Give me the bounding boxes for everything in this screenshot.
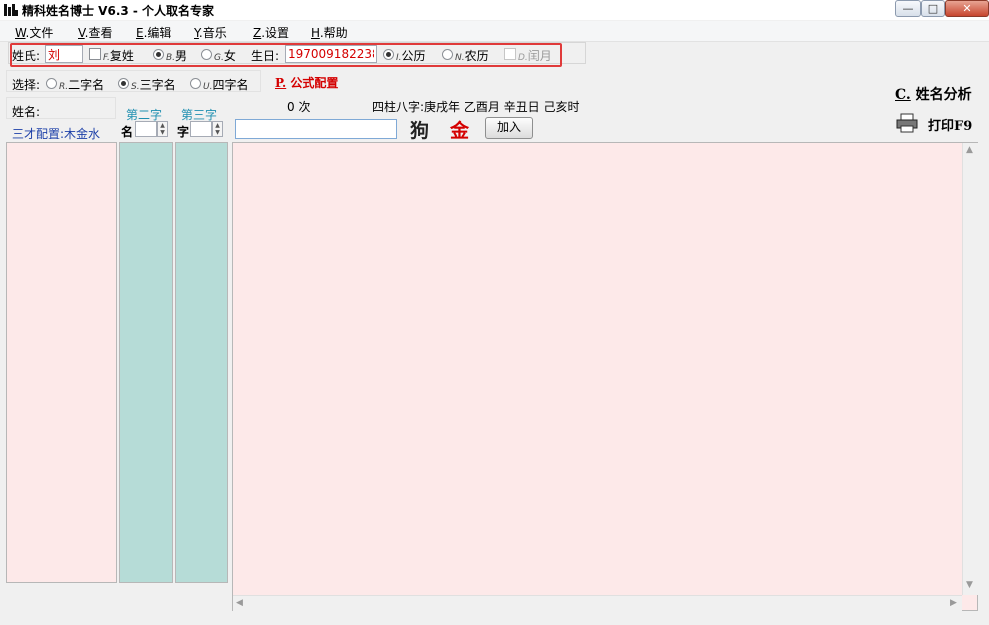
- menu-bar: W.文件 V.查看 E.编辑 Y.音乐 Z.设置 H.帮助: [0, 21, 989, 42]
- third-char-input[interactable]: [190, 121, 212, 137]
- scroll-down-icon[interactable]: ▼: [966, 580, 973, 590]
- title-bar: 精科姓名博士 V6.3 - 个人取名专家 — □ ✕: [0, 0, 989, 20]
- second-char-input[interactable]: [135, 121, 157, 137]
- female-radio[interactable]: [201, 49, 212, 60]
- compound-surname-label: F.复姓: [103, 49, 134, 63]
- surname-label: 姓氏:: [12, 49, 41, 63]
- window-title: 精科姓名博士 V6.3 - 个人取名专家: [22, 4, 215, 18]
- sancai-config: 三才配置:木金水: [12, 127, 101, 141]
- menu-music[interactable]: Y.音乐: [194, 24, 227, 41]
- birthday-input[interactable]: [285, 45, 377, 63]
- name-entry-input[interactable]: [235, 119, 397, 139]
- printer-icon[interactable]: [896, 113, 918, 133]
- result-pane[interactable]: [232, 142, 978, 611]
- compound-surname-checkbox[interactable]: [89, 48, 101, 60]
- name-analysis-button[interactable]: C. 姓名分析: [895, 84, 972, 104]
- zodiac-text: 狗: [410, 120, 430, 142]
- second-char-spinner[interactable]: ▲ ▼: [157, 121, 168, 137]
- leap-month-checkbox[interactable]: [504, 48, 516, 60]
- solar-calendar-radio[interactable]: [383, 49, 394, 60]
- four-char-label: U.四字名: [203, 78, 249, 92]
- app-logo-icon: [4, 4, 18, 16]
- solar-calendar-label: I.公历: [396, 49, 426, 63]
- male-label: B.男: [166, 49, 188, 63]
- scroll-up-icon[interactable]: ▲: [966, 145, 973, 155]
- three-char-radio[interactable]: [118, 78, 129, 89]
- two-char-radio[interactable]: [46, 78, 57, 89]
- zi-label: 字: [177, 125, 190, 139]
- menu-help[interactable]: H.帮助: [311, 24, 348, 41]
- third-char-spinner[interactable]: ▲ ▼: [212, 121, 223, 137]
- element-text: 金: [450, 120, 470, 142]
- ming-label: 名: [121, 125, 134, 139]
- female-label: G.女: [214, 49, 236, 63]
- minimize-button[interactable]: —: [895, 0, 921, 17]
- leap-month-label: D.闰月: [518, 49, 552, 63]
- name-display: [6, 97, 116, 119]
- second-char-list[interactable]: [119, 142, 173, 583]
- lunar-calendar-radio[interactable]: [442, 49, 453, 60]
- menu-settings[interactable]: Z.设置: [253, 24, 289, 41]
- scroll-left-icon[interactable]: ◀: [236, 598, 243, 608]
- horizontal-scrollbar[interactable]: ◀ ▶: [233, 595, 962, 611]
- four-char-radio[interactable]: [190, 78, 201, 89]
- menu-file[interactable]: W.文件: [15, 24, 53, 41]
- name-list-pane[interactable]: [6, 142, 117, 583]
- third-char-list[interactable]: [175, 142, 228, 583]
- count-text: 0 次: [287, 100, 311, 114]
- lunar-calendar-label: N.农历: [455, 49, 489, 63]
- menu-view[interactable]: V.查看: [78, 24, 113, 41]
- select-label: 选择:: [12, 78, 41, 92]
- print-button[interactable]: 打印F9: [928, 115, 972, 134]
- menu-edit[interactable]: E.编辑: [136, 24, 171, 41]
- maximize-button[interactable]: □: [921, 0, 945, 17]
- male-radio[interactable]: [153, 49, 164, 60]
- scroll-right-icon[interactable]: ▶: [950, 598, 957, 608]
- close-button[interactable]: ✕: [945, 0, 989, 17]
- three-char-label: S.三字名: [131, 78, 176, 92]
- bazi-text: 四柱八字:庚戌年 乙酉月 辛丑日 己亥时: [372, 100, 580, 114]
- birthday-label: 生日:: [251, 49, 280, 63]
- formula-config-link[interactable]: P. 公式配置: [275, 74, 338, 91]
- surname-input[interactable]: [45, 45, 83, 63]
- two-char-label: R.二字名: [59, 78, 105, 92]
- add-button[interactable]: 加入: [485, 117, 533, 139]
- vertical-scrollbar[interactable]: ▲ ▼: [962, 143, 978, 595]
